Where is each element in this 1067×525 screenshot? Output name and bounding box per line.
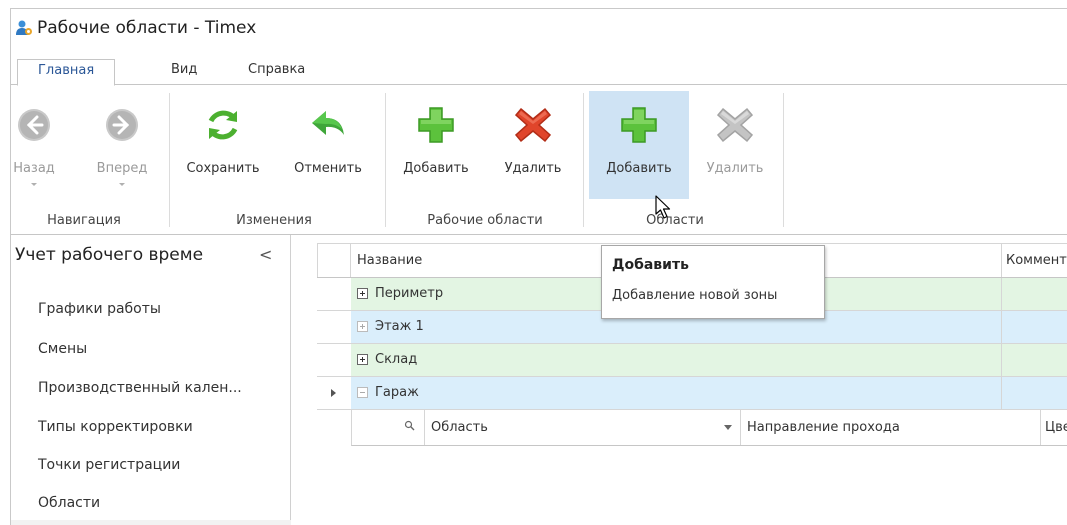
save-label: Сохранить [186, 161, 260, 176]
back-dropdown-caret-icon [31, 183, 37, 186]
sidebar-item-correction-types[interactable]: Типы корректировки [38, 419, 193, 435]
users-app-icon [15, 19, 33, 37]
expand-icon[interactable] [357, 288, 368, 299]
add-area-label: Добавить [606, 161, 672, 176]
row-name: Этаж 1 [375, 319, 424, 334]
sidebar-item-registration-points[interactable]: Точки регистрации [38, 457, 180, 473]
tab-help[interactable]: Справка [228, 59, 325, 86]
group-label-workspaces: Рабочие области [427, 213, 543, 228]
window-title: Рабочие области - Timex [37, 18, 257, 38]
table-row[interactable]: Гараж [317, 377, 1067, 410]
column-header-comment-cell[interactable]: Коммент [1001, 244, 1067, 277]
ribbon-separator [385, 93, 386, 227]
row-name: Склад [375, 352, 418, 367]
save-button[interactable]: Сохранить [175, 91, 271, 199]
tab-main[interactable]: Главная [17, 59, 116, 86]
undo-button[interactable]: Отменить [281, 91, 375, 199]
ribbon-tabs: Главная Вид Справка [11, 55, 1067, 86]
row-name: Периметр [375, 286, 444, 301]
row-comment-cell[interactable] [1001, 278, 1067, 310]
forward-button[interactable]: Вперед [89, 91, 155, 199]
group-label-navigation: Навигация [47, 213, 121, 228]
app-window: Рабочие области - Timex Главная Вид Спра… [10, 8, 1067, 525]
detail-column-color[interactable]: Цве [1040, 410, 1067, 445]
add-workspace-label: Добавить [403, 161, 469, 176]
detail-grid-header: Область Направление прохода Цве [351, 410, 1067, 446]
group-label-areas: Области [646, 213, 704, 228]
ribbon-separator [783, 93, 784, 227]
delete-workspace-label: Удалить [504, 161, 562, 176]
back-label: Назад [13, 161, 55, 176]
sidebar-title: Учет рабочего време [15, 245, 204, 265]
delete-area-label: Удалить [706, 161, 764, 176]
close-x-icon [715, 105, 755, 145]
sidebar-item-schedules[interactable]: Графики работы [38, 301, 161, 317]
row-indicator-header [317, 244, 351, 277]
row-comment-cell[interactable] [1001, 311, 1067, 343]
refresh-icon [203, 105, 243, 145]
plus-icon [416, 105, 456, 145]
detail-column-color-label: Цве [1045, 420, 1067, 435]
row-name: Гараж [375, 385, 419, 400]
tooltip-title: Добавить [612, 257, 689, 273]
navigation-sidebar: Учет рабочего време < Графики работы Сме… [11, 235, 291, 525]
sidebar-item-areas[interactable]: Области [38, 495, 100, 511]
expand-icon[interactable] [357, 354, 368, 365]
ribbon: Назад Вперед Навигация Сохранить Отменит… [11, 85, 1067, 235]
arrow-left-icon [14, 105, 54, 145]
undo-icon [308, 105, 348, 145]
table-row[interactable]: Склад [317, 344, 1067, 377]
current-row-indicator-icon [331, 389, 336, 397]
delete-area-button[interactable]: Удалить [695, 91, 775, 199]
undo-label: Отменить [294, 161, 362, 176]
sidebar-item-shifts[interactable]: Смены [38, 341, 87, 357]
add-workspace-button[interactable]: Добавить [391, 91, 481, 199]
plus-icon [619, 105, 659, 145]
group-label-changes: Изменения [236, 213, 312, 228]
detail-column-direction[interactable]: Направление прохода [740, 410, 1040, 445]
forward-label: Вперед [96, 161, 148, 176]
detail-column-area-label: Область [431, 420, 488, 435]
ribbon-separator [583, 93, 584, 227]
detail-column-direction-label: Направление прохода [747, 420, 900, 435]
add-area-tooltip: Добавить Добавление новой зоны [601, 245, 825, 319]
sidebar-item-calendar[interactable]: Производственный кален... [38, 380, 242, 396]
row-comment-cell[interactable] [1001, 377, 1067, 409]
add-area-button[interactable]: Добавить [589, 91, 689, 199]
tab-view[interactable]: Вид [151, 59, 217, 86]
search-icon[interactable] [404, 420, 416, 436]
close-x-icon [513, 105, 553, 145]
row-background [351, 377, 1067, 409]
expand-icon[interactable] [357, 321, 368, 332]
row-background [351, 344, 1067, 376]
column-header-name[interactable]: Название [357, 253, 422, 268]
sidebar-selection-strip [11, 520, 291, 525]
mouse-pointer-icon [655, 195, 675, 221]
delete-workspace-button[interactable]: Удалить [489, 91, 577, 199]
detail-column-area[interactable]: Область [424, 410, 740, 445]
back-button[interactable]: Назад [11, 91, 57, 199]
forward-dropdown-caret-icon [119, 183, 125, 186]
tooltip-text: Добавление новой зоны [612, 288, 778, 303]
sort-dropdown-icon[interactable] [724, 425, 732, 430]
column-header-comment: Коммент [1006, 253, 1067, 268]
ribbon-separator [169, 93, 170, 227]
collapse-sidebar-icon[interactable]: < [259, 245, 272, 264]
arrow-right-icon [102, 105, 142, 145]
collapse-icon[interactable] [357, 387, 368, 398]
row-comment-cell[interactable] [1001, 344, 1067, 376]
title-bar: Рабочие области - Timex [11, 9, 1067, 47]
